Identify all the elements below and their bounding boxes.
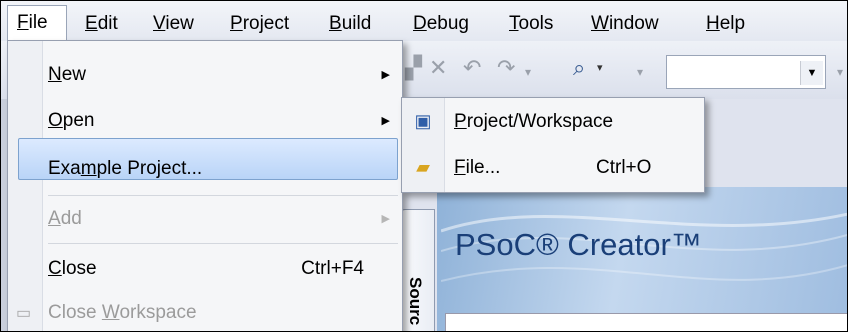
toolbar-overflow-icon-3[interactable]: ▾: [837, 65, 843, 79]
menu-build[interactable]: Build: [329, 9, 371, 39]
app-window: File Edit View Project Build Debug Tools…: [0, 0, 848, 332]
menu-edit[interactable]: Edit: [85, 9, 118, 39]
delete-icon[interactable]: ✕: [429, 55, 447, 81]
source-tab-label: Sourc: [406, 277, 425, 326]
chevron-down-icon[interactable]: ▼: [800, 61, 823, 85]
file-menu-dropdown: New ▶ Open ▶ Example Project... Add ▶ Cl…: [7, 40, 403, 331]
start-page-panel: [445, 313, 847, 331]
menu-help[interactable]: Help: [706, 9, 745, 39]
toolbar-overflow-icon[interactable]: ▾: [525, 65, 531, 79]
submenu-arrow-icon: ▶: [381, 69, 390, 81]
menu-item-new[interactable]: New ▶: [48, 53, 398, 97]
menu-item-close[interactable]: Close Ctrl+F4: [48, 247, 398, 291]
submenu-item-project-workspace[interactable]: Project/Workspace: [454, 100, 694, 144]
menu-item-add: Add ▶: [48, 197, 398, 241]
menu-file[interactable]: File: [7, 5, 67, 41]
open-folder-icon: ▰: [416, 157, 430, 177]
open-submenu: ▣ Project/Workspace ▰ File... Ctrl+O: [401, 97, 705, 193]
menu-project[interactable]: Project: [230, 9, 289, 39]
close-workspace-icon: ▭: [16, 305, 32, 322]
toolbar-overflow-icon-2[interactable]: ▾: [637, 65, 643, 79]
menu-tools[interactable]: Tools: [509, 9, 553, 39]
menu-window[interactable]: Window: [591, 9, 659, 39]
psoc-creator-logo: PSoC® Creator™: [455, 227, 702, 262]
submenu-arrow-icon: ▶: [381, 115, 390, 127]
menu-view[interactable]: View: [153, 9, 194, 39]
paste-icon[interactable]: ▞: [405, 55, 422, 81]
menu-item-open[interactable]: Open ▶: [48, 99, 398, 143]
menu-icon-gutter: [8, 41, 43, 331]
menu-separator: [48, 243, 398, 244]
menu-separator: [48, 195, 398, 196]
submenu-arrow-icon: ▶: [381, 213, 390, 225]
redo-icon[interactable]: ↷: [497, 55, 515, 81]
find-dropdown-icon[interactable]: ▾: [597, 61, 603, 74]
submenu-item-file[interactable]: File... Ctrl+O: [454, 146, 694, 190]
menu-item-example-project[interactable]: Example Project...: [48, 147, 398, 191]
menubar: File Edit View Project Build Debug Tools…: [1, 1, 847, 41]
menu-item-close-workspace: Close Workspace: [48, 302, 197, 323]
find-icon[interactable]: ⌕: [573, 55, 585, 81]
project-workspace-icon: ▣: [414, 111, 432, 131]
undo-icon[interactable]: ↶: [463, 55, 481, 81]
menu-debug[interactable]: Debug: [413, 9, 469, 39]
